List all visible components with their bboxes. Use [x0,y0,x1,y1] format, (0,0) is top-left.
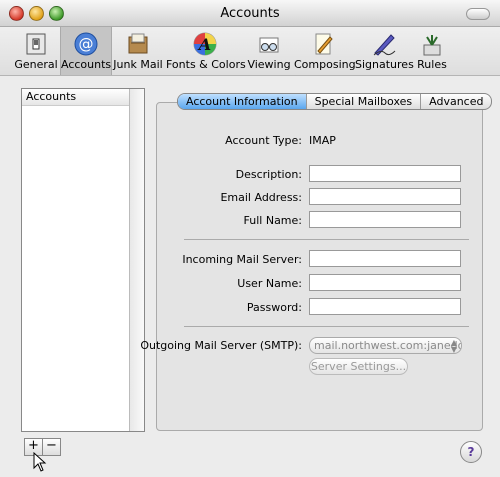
account-type-label: Account Type: [225,134,302,147]
incoming-mail-server-label: Incoming Mail Server: [182,253,302,266]
toolbar-label: Accounts [61,58,112,71]
mouse-cursor-icon [33,452,47,472]
divider [184,326,469,327]
description-field[interactable] [309,165,461,182]
toolbar-composing[interactable]: Composing [294,27,356,75]
user-name-field[interactable] [309,274,461,291]
toolbar-label: Viewing [247,58,291,71]
accounts-list[interactable]: Accounts [21,88,145,432]
smtp-server-value: mail.northwest.com:janedoe [314,339,462,352]
viewing-glasses-icon [259,37,279,53]
toolbar-rules[interactable]: Rules [415,27,449,75]
svg-text:A: A [197,35,211,54]
accounts-window: Accounts General @ Accounts Junk Mail A … [0,0,500,477]
smtp-server-popup[interactable]: mail.northwest.com:janedoe ▲ ▼ [309,337,462,354]
toolbar-label: Signatures [355,58,414,71]
account-tabs: Account Information Special Mailboxes Ad… [177,93,493,110]
toolbar-label: Fonts & Colors [166,58,246,71]
window-title: Accounts [220,6,280,21]
signature-pen-icon [373,34,396,56]
accounts-list-scrollbar[interactable] [129,89,144,431]
toolbar-fonts-colors[interactable]: A Fonts & Colors [166,27,246,75]
title-bar: Accounts [0,0,500,27]
toolbar-label: Junk Mail [113,58,163,71]
composing-pencil-icon [315,33,333,55]
toolbar-general[interactable]: General [14,27,58,75]
toolbar-signatures[interactable]: Signatures [355,27,414,75]
at-sign-icon: @ [74,32,98,56]
popup-arrows-icon: ▲ ▼ [450,338,457,354]
help-button[interactable]: ? [460,441,482,463]
server-settings-button[interactable]: Server Settings... [309,358,408,375]
toolbar-label: Composing [294,58,356,71]
password-field[interactable] [309,298,461,315]
toolbar-label: Rules [417,58,447,71]
fonts-colors-icon: A [193,32,217,56]
smtp-label: Outgoing Mail Server (SMTP): [140,339,302,352]
description-label: Description: [235,168,302,181]
junk-mail-icon [128,33,148,54]
preferences-toolbar: General @ Accounts Junk Mail A Fonts & C… [0,27,500,76]
user-name-label: User Name: [237,277,302,290]
toolbar-label: General [14,58,58,71]
divider [184,239,469,240]
email-address-label: Email Address: [220,191,302,204]
password-label: Password: [246,301,302,314]
incoming-mail-server-field[interactable] [309,250,461,267]
tab-special-mailboxes[interactable]: Special Mailboxes [307,94,422,109]
toolbar-junk-mail[interactable]: Junk Mail [113,27,163,75]
full-name-field[interactable] [309,211,461,228]
toolbar-accounts[interactable]: @ Accounts [60,27,112,75]
accounts-list-header: Accounts [22,89,144,106]
tab-advanced[interactable]: Advanced [421,94,491,109]
toolbar-viewing[interactable]: Viewing [246,27,292,75]
toolbar-toggle-button[interactable] [466,8,490,20]
svg-text:@: @ [79,35,94,53]
account-type-value: IMAP [309,134,336,147]
full-name-label: Full Name: [243,214,302,227]
rules-icon [423,35,441,56]
tab-account-information[interactable]: Account Information [178,94,307,109]
general-switch-icon [26,33,46,55]
email-address-field[interactable] [309,188,461,205]
